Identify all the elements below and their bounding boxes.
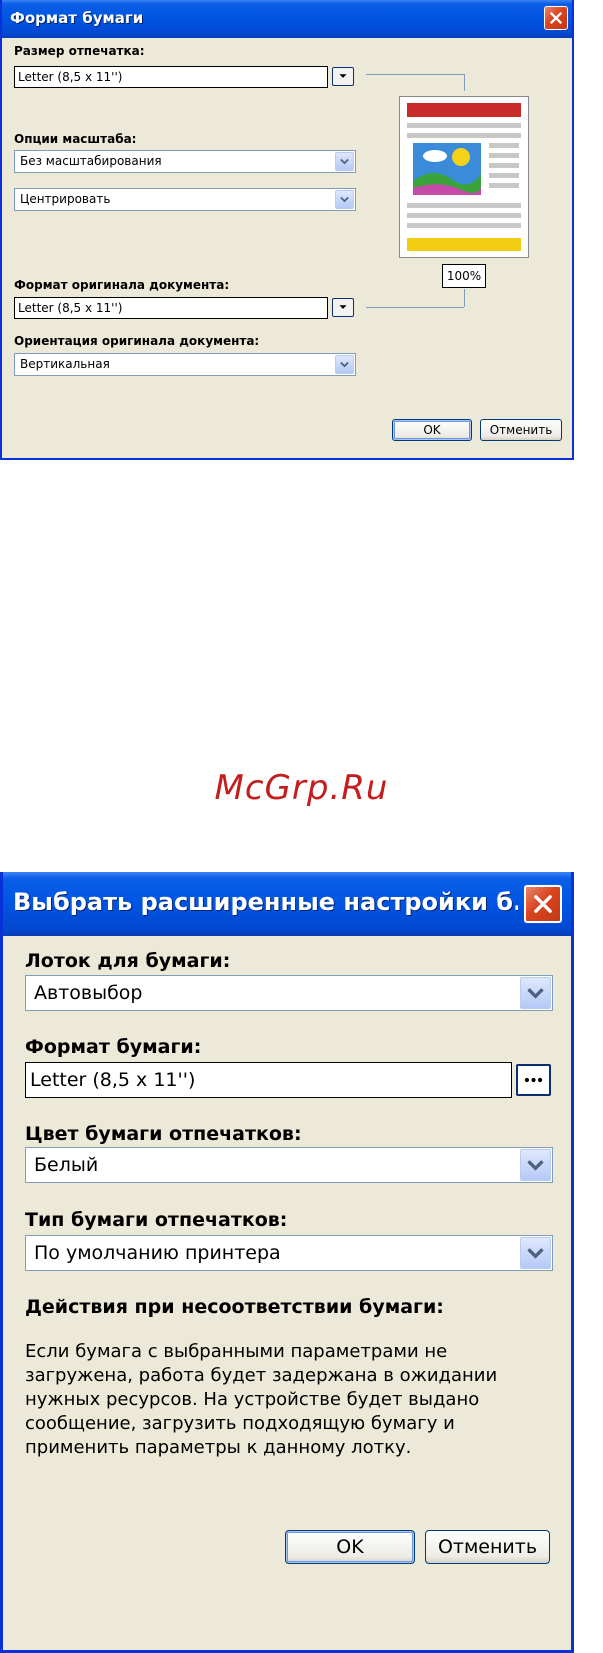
chevron-down-icon [339,74,347,78]
advanced-paper-settings-dialog: Выбрать расширенные настройки б... Лоток… [0,872,574,1653]
orientation-arrow[interactable] [335,355,354,374]
cancel-button[interactable]: Отменить [425,1530,550,1564]
ok-button[interactable]: OK [285,1530,415,1564]
close-icon [534,895,552,913]
orientation-value: Вертикальная [20,357,110,371]
close-button[interactable] [524,885,562,923]
tray-value: Автовыбор [34,982,143,1004]
paper-format-more-button[interactable] [516,1064,551,1096]
chevron-down-icon [339,305,347,309]
connector-line-bottom-vertical [464,289,465,307]
paper-color-select[interactable]: Белый [25,1147,553,1183]
dialog-title: Выбрать расширенные настройки б... [13,888,518,916]
chevron-down-icon [340,361,349,368]
tray-label: Лоток для бумаги: [25,950,231,972]
paper-type-value: По умолчанию принтера [34,1242,281,1264]
title-bar: Выбрать расширенные настройки б... [3,872,571,936]
mismatch-description: Если бумага с выбранными параметрами не … [25,1341,498,1458]
original-format-field[interactable]: Letter (8,5 x 11'') [14,297,328,319]
position-value: Центрировать [20,192,111,206]
original-format-label: Формат оригинала документа: [14,278,230,292]
connector-line-bottom [366,307,464,308]
print-size-field[interactable]: Letter (8,5 x 11'') [14,66,328,88]
close-icon [550,12,562,24]
chevron-down-icon [527,1248,544,1259]
paper-format-label: Формат бумаги: [25,1036,202,1058]
paper-format-field[interactable]: Letter (8,5 x 11'') [25,1062,512,1098]
paper-type-select[interactable]: По умолчанию принтера [25,1235,553,1271]
tray-select[interactable]: Автовыбор [25,975,553,1011]
zoom-level: 100% [442,264,486,288]
paper-format-value: Letter (8,5 x 11'') [30,1069,196,1091]
original-format-value: Letter (8,5 x 11'') [18,301,123,315]
chevron-down-icon [340,196,349,203]
paper-color-label: Цвет бумаги отпечатков: [25,1123,302,1145]
print-size-dropdown-button[interactable] [332,67,354,86]
close-button[interactable] [544,6,568,30]
paper-type-arrow[interactable] [520,1237,551,1269]
ellipsis-icon [524,1077,543,1083]
chevron-down-icon [527,1160,544,1171]
scale-option-value: Без масштабирования [20,154,162,168]
connector-line-top [366,74,464,75]
paper-color-arrow[interactable] [520,1149,551,1181]
title-bar: Формат бумаги [2,0,572,38]
chevron-down-icon [340,158,349,165]
orientation-label: Ориентация оригинала документа: [14,334,260,348]
connector-line-top-vertical [464,74,465,91]
cancel-button[interactable]: Отменить [480,419,562,441]
paper-color-value: Белый [34,1154,99,1176]
chevron-down-icon [527,988,544,999]
original-format-dropdown-button[interactable] [332,298,354,317]
position-arrow[interactable] [335,190,354,209]
position-select[interactable]: Центрировать [14,188,356,211]
paper-format-dialog: Формат бумаги Размер отпечатка: Letter (… [0,0,574,460]
watermark-text: McGrp.Ru [214,768,389,808]
mismatch-label: Действия при несоответствии бумаги: [25,1296,444,1318]
page-preview-icon [399,96,529,258]
tray-arrow[interactable] [520,977,551,1009]
scale-option-select[interactable]: Без масштабирования [14,150,356,173]
ok-button[interactable]: OK [392,419,472,441]
print-size-label: Размер отпечатка: [14,44,145,58]
print-size-value: Letter (8,5 x 11'') [18,70,123,84]
scale-options-label: Опции масштаба: [14,132,137,146]
orientation-select[interactable]: Вертикальная [14,353,356,376]
scale-option-arrow[interactable] [335,152,354,171]
dialog-title: Формат бумаги [10,9,144,27]
paper-type-label: Тип бумаги отпечатков: [25,1209,288,1231]
